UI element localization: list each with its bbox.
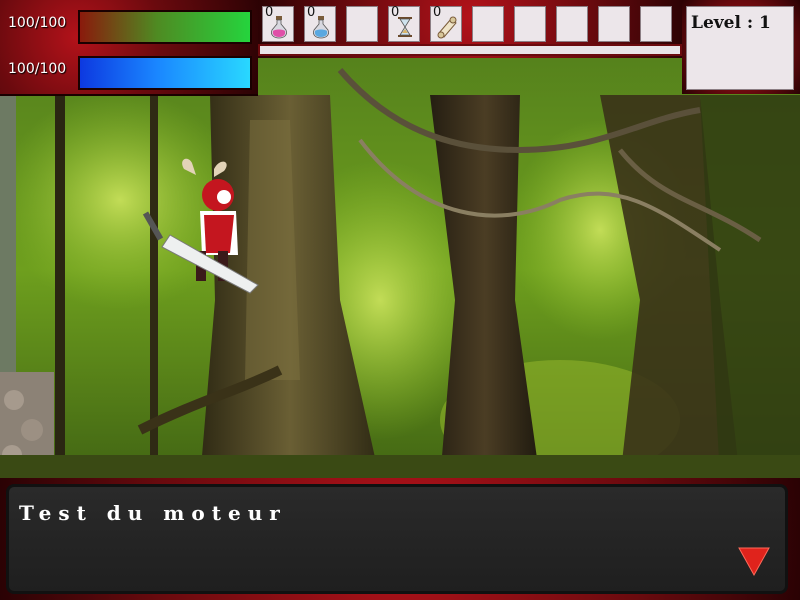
blue-potion-icon [313, 16, 329, 39]
inventory-slot-10[interactable] [640, 6, 672, 42]
level-box: Level : 1 [686, 6, 794, 90]
dialog-panel: Test du moteur [6, 484, 788, 594]
inventory-slot-5[interactable]: 0 [430, 5, 462, 42]
hp-text: 100/100 [8, 15, 67, 31]
mp-row: 100/100 [0, 50, 258, 90]
dialog-text: Test du moteur [19, 501, 287, 525]
inventory-slot-9[interactable] [598, 6, 630, 42]
game-screen: 100/100 100/100 0 0 0 0 Level: 1 Test d… [0, 0, 800, 600]
hp-bar [78, 10, 252, 44]
hp-bar-fill [80, 12, 250, 42]
mp-text: 100/100 [8, 61, 67, 77]
inventory-slot-1[interactable]: 0 [262, 5, 294, 42]
status-panel: 100/100 100/100 [0, 0, 258, 96]
inventory-slot-8[interactable] [556, 6, 588, 42]
inventory-slot-6[interactable] [472, 6, 504, 42]
pink-potion-icon [271, 16, 287, 39]
hourglass-icon [398, 17, 412, 37]
inventory-slot-2[interactable]: 0 [304, 5, 336, 42]
mp-bar [78, 56, 252, 90]
experience-bar [258, 44, 682, 56]
inventory-slot-7[interactable] [514, 6, 546, 42]
level-label: Level : 1 [691, 13, 771, 33]
inventory-slot-4[interactable]: 0 [388, 5, 420, 42]
player-character [142, 158, 259, 294]
inventory-slot-3[interactable] [346, 6, 378, 42]
mp-bar-fill [80, 58, 250, 88]
hp-row: 100/100 [0, 4, 258, 44]
level-panel: Level : 1 [682, 0, 800, 94]
scroll-icon [437, 16, 457, 39]
triangle-down-icon[interactable] [737, 545, 771, 577]
dialog-box: Test du moteur [0, 478, 800, 600]
